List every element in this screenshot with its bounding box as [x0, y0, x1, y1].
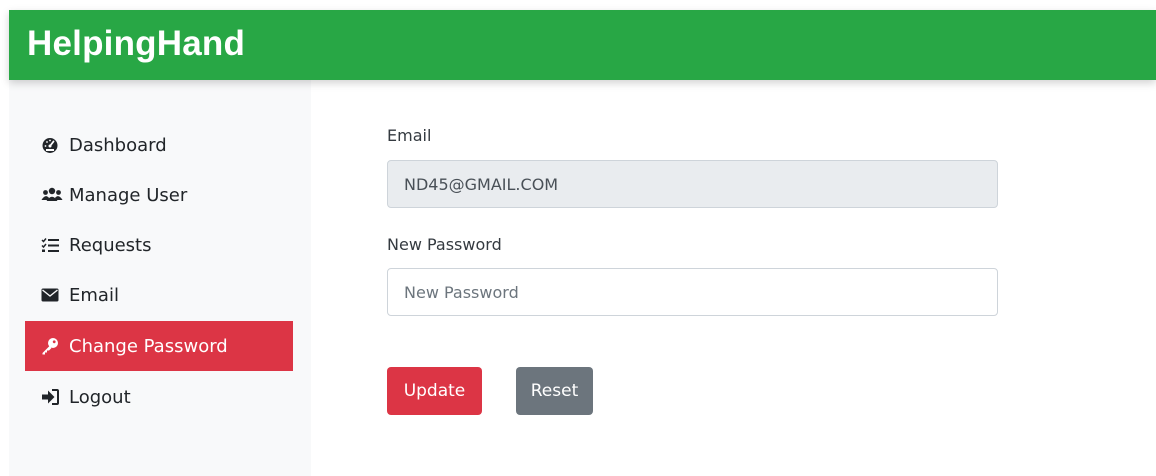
sidebar-item-label: Logout — [69, 386, 131, 408]
sidebar-item-logout[interactable]: Logout — [25, 372, 293, 422]
sidebar-item-email[interactable]: Email — [25, 270, 293, 320]
new-password-input[interactable] — [387, 268, 998, 316]
sidebar-item-label: Requests — [69, 234, 152, 256]
tachometer-icon — [41, 136, 63, 154]
sidebar-item-label: Change Password — [69, 335, 228, 357]
key-icon — [41, 337, 63, 355]
sidebar-item-label: Dashboard — [69, 134, 167, 156]
tasks-icon — [41, 236, 63, 254]
email-label: Email — [387, 126, 432, 145]
envelope-icon — [41, 286, 63, 304]
update-button[interactable]: Update — [387, 367, 482, 415]
sidebar: Dashboard Manage User Requests Email Cha… — [9, 80, 311, 476]
sign-out-icon — [41, 388, 63, 406]
top-navbar: HelpingHand — [9, 10, 1156, 80]
reset-button[interactable]: Reset — [516, 367, 593, 415]
sidebar-item-change-password[interactable]: Change Password — [25, 321, 293, 371]
sidebar-item-dashboard[interactable]: Dashboard — [25, 120, 293, 170]
new-password-label: New Password — [387, 235, 502, 254]
brand-logo[interactable]: HelpingHand — [27, 24, 245, 64]
email-field[interactable] — [387, 160, 998, 208]
sidebar-item-requests[interactable]: Requests — [25, 220, 293, 270]
sidebar-item-label: Manage User — [69, 184, 188, 206]
users-icon — [41, 186, 63, 204]
sidebar-item-label: Email — [69, 284, 119, 306]
sidebar-item-manage-user[interactable]: Manage User — [25, 170, 293, 220]
